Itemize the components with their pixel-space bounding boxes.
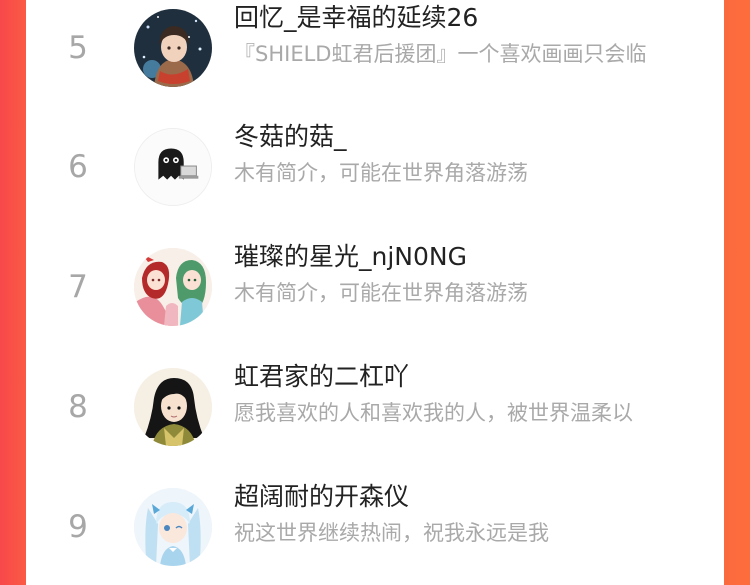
- rank-number: 8: [68, 389, 88, 425]
- ranking-list-panel: 5 回忆_是幸福的延续26 『SHIELD虹君后援团』一个喜欢画画只会临 6 冬…: [26, 0, 724, 585]
- user-name[interactable]: 超阔耐的开森仪: [234, 480, 694, 514]
- user-description: 木有简介，可能在世界角落游荡: [234, 281, 528, 305]
- user-name[interactable]: 虹君家的二杠吖: [234, 360, 694, 394]
- rank-number: 5: [68, 30, 88, 66]
- ranking-row-8[interactable]: 8 虹君家的二杠吖 愿我喜欢的人和喜欢我的人，被世界温柔以: [26, 348, 724, 466]
- anime-boy-black-hair-avatar-icon[interactable]: [134, 368, 212, 446]
- rank-number: 6: [68, 149, 88, 185]
- ranking-row-5[interactable]: 5 回忆_是幸福的延续26 『SHIELD虹君后援团』一个喜欢画画只会临: [26, 0, 724, 107]
- user-description: 祝这世界继续热闹，祝我永远是我: [234, 521, 549, 545]
- rank-number: 7: [68, 269, 88, 305]
- two-anime-girls-avatar-icon[interactable]: [134, 248, 212, 326]
- anime-girl-blue-twintails-avatar-icon[interactable]: [134, 488, 212, 566]
- ranking-row-9[interactable]: 9 超阔耐的开森仪 祝这世界继续热闹，祝我永远是我: [26, 468, 724, 585]
- user-description: 『SHIELD虹君后援团』一个喜欢画画只会临: [234, 42, 647, 66]
- user-description: 愿我喜欢的人和喜欢我的人，被世界温柔以: [234, 401, 633, 425]
- black-ghost-laptop-avatar-icon[interactable]: [134, 128, 212, 206]
- user-description: 木有简介，可能在世界角落游荡: [234, 161, 528, 185]
- user-name[interactable]: 回忆_是幸福的延续26: [234, 1, 694, 35]
- anime-boy-scarf-avatar-icon[interactable]: [134, 9, 212, 87]
- user-name[interactable]: 冬菇的菇_: [234, 120, 694, 154]
- ranking-row-6[interactable]: 6 冬菇的菇_ 木有简介，可能在世界角落游荡: [26, 108, 724, 226]
- user-name[interactable]: 璀璨的星光_njN0NG: [234, 240, 694, 274]
- ranking-row-7[interactable]: 7 璀璨的星光_njN0NG 木有简介，可能在世界角落游荡: [26, 228, 724, 346]
- rank-number: 9: [68, 509, 88, 545]
